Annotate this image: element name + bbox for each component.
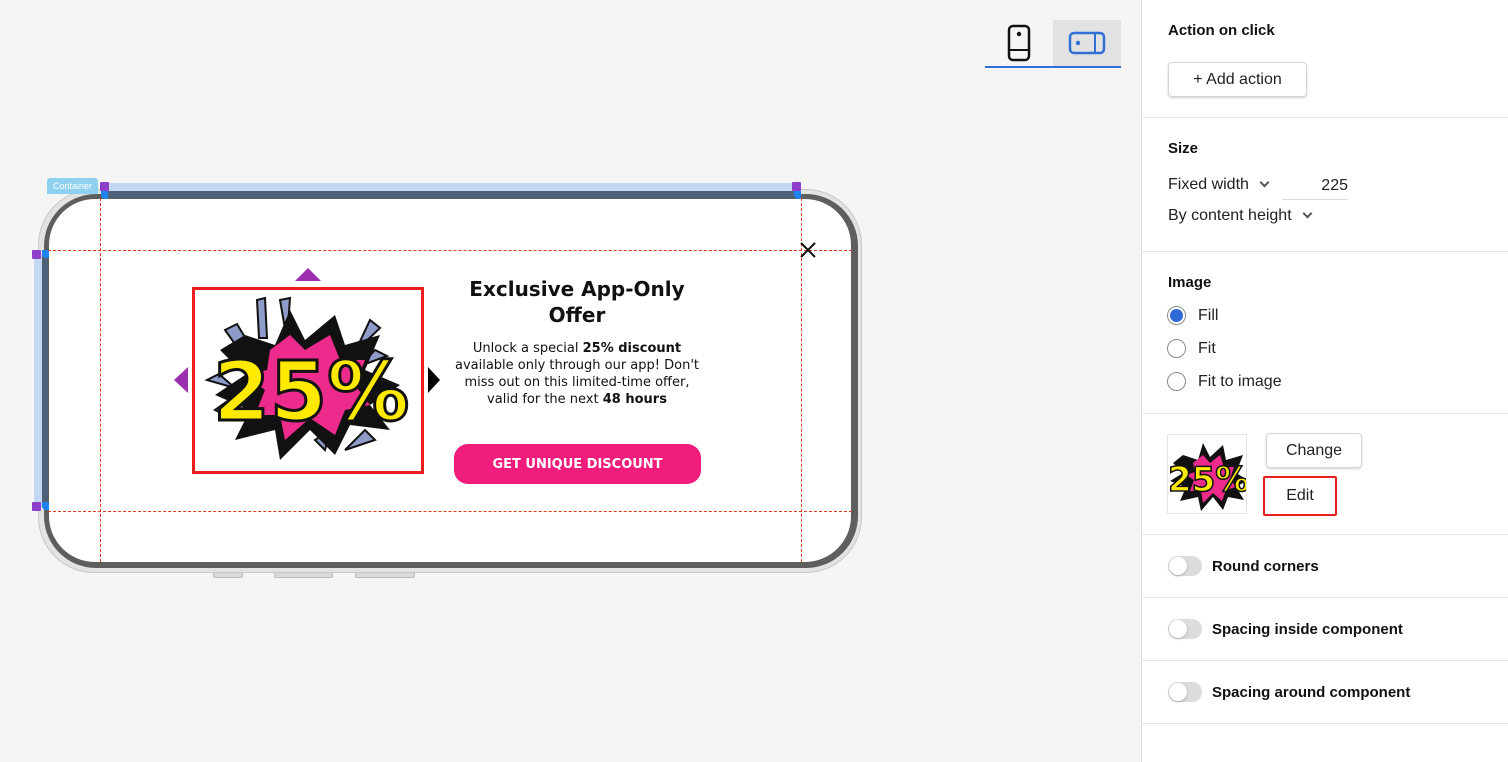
radio-label: Fit to image	[1198, 372, 1282, 390]
toggle-label: Round corners	[1212, 557, 1319, 575]
phone-side-button	[274, 573, 333, 578]
radio-button[interactable]	[1167, 339, 1186, 358]
offer-title: Exclusive App-Only Offer	[469, 277, 685, 327]
corner-handle[interactable]	[42, 502, 49, 510]
size-section-title: Size	[1168, 140, 1199, 157]
discount-burst-image: 25%	[204, 296, 411, 460]
offer-text-block: Exclusive App-Only Offer Unlock a specia…	[452, 276, 702, 408]
spacing-around-row: Spacing around component	[1142, 661, 1508, 724]
height-mode-value: By content height	[1168, 207, 1292, 224]
height-mode-select[interactable]: By content height	[1168, 207, 1313, 225]
get-discount-button[interactable]: GET UNIQUE DISCOUNT	[454, 444, 701, 484]
phone-side-button	[213, 573, 243, 578]
toggle-label: Spacing around component	[1212, 683, 1411, 701]
discount-text: 25%	[213, 345, 409, 440]
properties-panel: Action on click + Add action Size Fixed …	[1141, 0, 1508, 762]
move-left-arrow-icon[interactable]	[174, 367, 188, 393]
device-preview-toggle	[985, 20, 1121, 68]
move-right-arrow-icon[interactable]	[428, 367, 440, 393]
image-thumbnail: 25%	[1167, 434, 1247, 514]
close-icon[interactable]	[798, 240, 818, 260]
portrait-preview-button[interactable]	[985, 20, 1053, 68]
phone-portrait-icon	[1007, 24, 1031, 62]
width-mode-select[interactable]: Fixed width	[1168, 176, 1270, 194]
round-corners-toggle[interactable]	[1168, 556, 1202, 576]
radio-label: Fit	[1198, 339, 1216, 357]
round-corners-row: Round corners	[1142, 535, 1508, 598]
phone-screen	[49, 199, 851, 562]
svg-text:25%: 25%	[1168, 460, 1247, 500]
editor-canvas: Container 25% Exclusive App-Only Offer U…	[0, 0, 1141, 762]
change-image-button[interactable]: Change	[1266, 433, 1362, 468]
image-option-fill[interactable]: Fill	[1167, 306, 1218, 325]
radio-button[interactable]	[1167, 372, 1186, 391]
corner-handle[interactable]	[794, 191, 801, 199]
container-label: Container	[47, 178, 98, 194]
image-section-title: Image	[1168, 274, 1212, 291]
resize-handle[interactable]	[100, 182, 109, 191]
move-up-arrow-icon[interactable]	[295, 268, 321, 281]
add-action-button[interactable]: + Add action	[1168, 62, 1307, 97]
discount-burst-thumbnail: 25%	[1168, 443, 1247, 511]
resize-handle[interactable]	[32, 502, 41, 511]
padding-guide	[48, 250, 852, 251]
image-preview-section: 25% Change Edit	[1142, 414, 1508, 535]
landscape-preview-button[interactable]	[1053, 20, 1121, 68]
resize-handle[interactable]	[32, 250, 41, 259]
edit-image-button[interactable]: Edit	[1263, 476, 1337, 516]
corner-handle[interactable]	[42, 250, 49, 258]
action-section: Action on click + Add action	[1142, 0, 1508, 118]
offer-body-text: Unlock a special	[472, 341, 583, 356]
corner-handle[interactable]	[101, 191, 108, 199]
image-option-fit[interactable]: Fit	[1167, 339, 1216, 358]
chevron-down-icon	[1259, 177, 1270, 187]
container-selection-top-edge	[104, 191, 800, 198]
width-value-input[interactable]: 225	[1282, 174, 1348, 200]
container-selection-top	[104, 183, 800, 191]
offer-body-highlight: 25% discount	[582, 341, 682, 356]
image-section: Image Fill Fit Fit to image	[1142, 252, 1508, 414]
radio-button[interactable]	[1167, 306, 1186, 325]
padding-guide	[48, 511, 852, 512]
action-section-title: Action on click	[1168, 22, 1275, 39]
chevron-down-icon	[1302, 208, 1313, 218]
offer-body-highlight: 48 hours	[602, 392, 667, 407]
phone-side-button	[355, 573, 415, 578]
spacing-inside-toggle[interactable]	[1168, 619, 1202, 639]
selected-image[interactable]: 25%	[192, 287, 424, 474]
container-selection-left	[34, 255, 42, 507]
width-mode-value: Fixed width	[1168, 176, 1249, 193]
spacing-around-toggle[interactable]	[1168, 682, 1202, 702]
spacing-inside-row: Spacing inside component	[1142, 598, 1508, 661]
resize-handle[interactable]	[792, 182, 801, 191]
radio-label: Fill	[1198, 306, 1219, 324]
toggle-label: Spacing inside component	[1212, 620, 1403, 638]
padding-guide	[100, 198, 101, 562]
image-option-fit-to-image[interactable]: Fit to image	[1167, 372, 1282, 391]
size-section: Size Fixed width 225 By content height	[1142, 118, 1508, 252]
phone-landscape-icon	[1068, 31, 1106, 55]
container-selection-left-edge	[42, 255, 48, 507]
offer-body: Unlock a special 25% discount available …	[452, 340, 702, 408]
